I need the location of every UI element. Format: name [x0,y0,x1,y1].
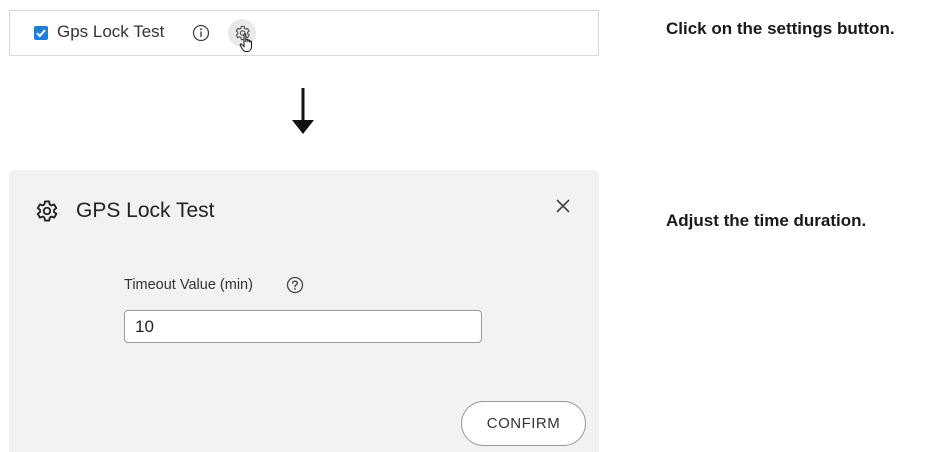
timeout-input[interactable] [124,310,482,343]
close-icon[interactable] [555,198,571,214]
test-row: Gps Lock Test [9,10,599,56]
gear-icon [36,200,58,222]
test-checkbox[interactable] [34,26,48,40]
settings-dialog: GPS Lock Test Timeout Value (min) CONFIR… [9,170,599,452]
info-icon[interactable] [192,24,210,42]
test-label: Gps Lock Test [57,22,165,41]
check-icon [36,29,46,38]
timeout-label: Timeout Value (min) [124,277,253,293]
question-circle-icon[interactable] [286,276,304,294]
hand-pointer-icon [239,33,252,52]
down-arrow-icon [292,88,314,134]
instruction-step-2: Adjust the time duration. [666,211,867,230]
confirm-button[interactable]: CONFIRM [461,401,586,446]
dialog-title: GPS Lock Test [76,199,215,222]
instruction-step-1: Click on the settings button. [666,19,895,38]
